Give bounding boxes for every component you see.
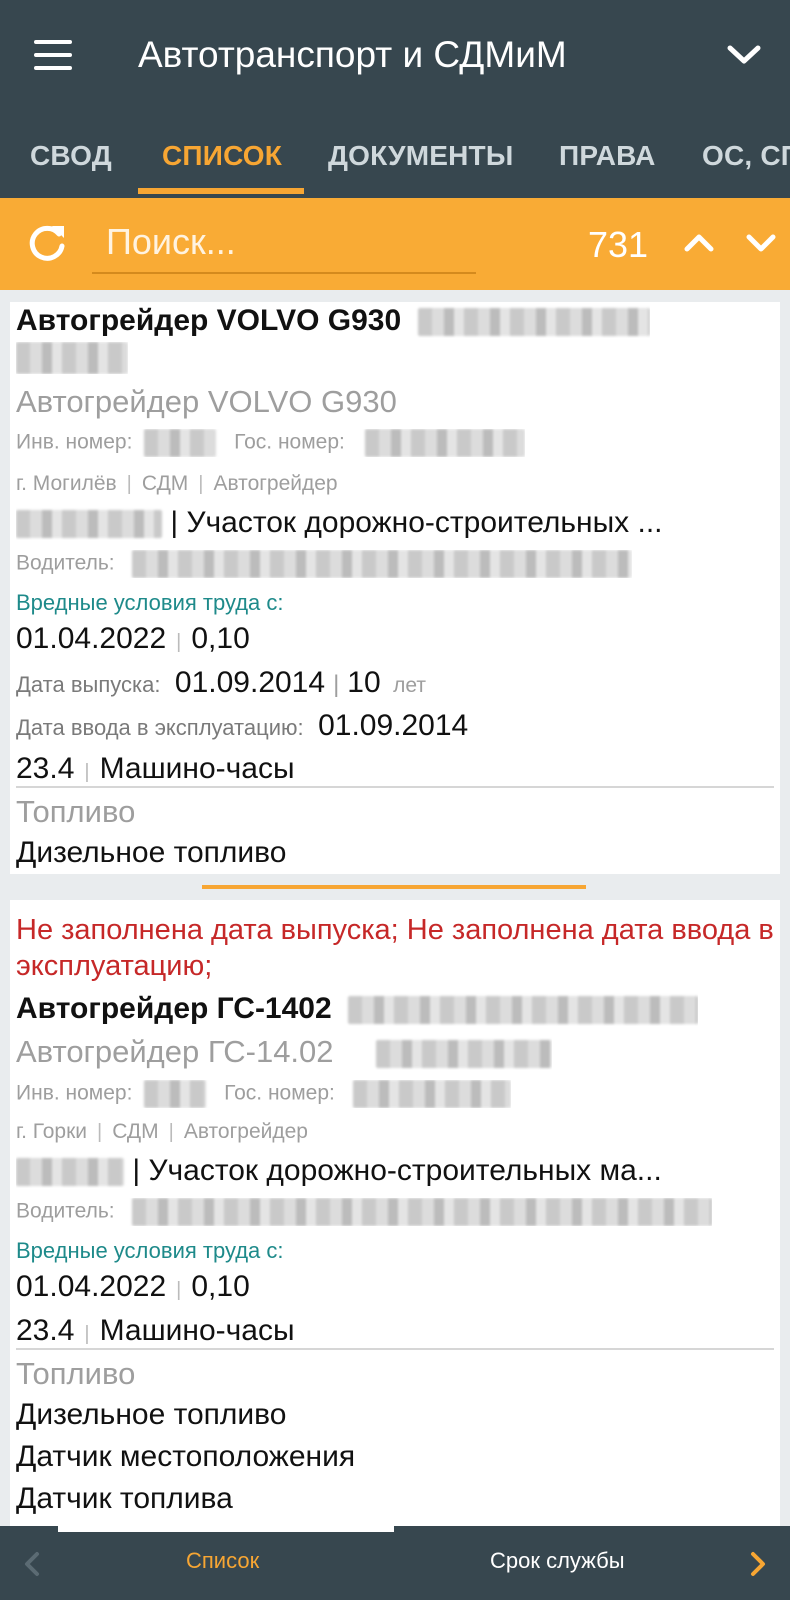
redacted-text: [132, 1198, 713, 1226]
card-title: Автогрейдер ГС-1402: [16, 992, 699, 1026]
bottom-tab-srok-sluzhby[interactable]: Срок службы: [490, 1548, 625, 1574]
redacted-text: [352, 1080, 511, 1108]
tab-dokumenty[interactable]: ДОКУМЕНТЫ: [328, 140, 513, 172]
redacted-text: [16, 1158, 124, 1187]
redacted-text: [16, 510, 162, 539]
commission-row: Дата ввода в эксплуатацию: 01.09.2014: [16, 709, 469, 742]
redacted-text: [132, 550, 633, 578]
chevron-right-icon[interactable]: [748, 1550, 768, 1578]
bottom-indicator: [58, 1526, 394, 1532]
refresh-icon[interactable]: [26, 222, 68, 264]
card-department: | Участок дорожно-строительных ма...: [16, 1154, 774, 1188]
redacted-text: [144, 1080, 207, 1108]
menu-icon[interactable]: [34, 40, 72, 70]
redacted-text: [364, 429, 525, 457]
fuel-label: Топливо: [16, 794, 136, 829]
tab-spisok[interactable]: СПИСОК: [162, 140, 282, 172]
sensor-item: Датчик местоположения: [16, 1440, 356, 1473]
chevron-up-icon[interactable]: [682, 228, 716, 258]
card-model: Автогрейдер VOLVO G930: [16, 384, 397, 419]
card-location: г. Могилёв | СДМ | Автогрейдер: [16, 472, 338, 495]
harmful-label: Вредные условия труда с:: [16, 1238, 284, 1263]
divider: [16, 786, 774, 788]
meter-row: 23.4 | Машино-часы: [16, 752, 295, 785]
fuel-value: Дизельное топливо: [16, 836, 287, 869]
card-title: Автогрейдер VOLVO G930: [16, 304, 650, 338]
tab-indicator: [138, 188, 304, 194]
harmful-values: 01.04.2022 | 0,10: [16, 1270, 250, 1303]
release-row: Дата выпуска: 01.09.2014 | 10 лет: [16, 666, 426, 699]
sensor-item: Датчик топлива: [16, 1482, 233, 1515]
tab-prava[interactable]: ПРАВА: [559, 140, 656, 172]
chevron-left-icon: [25, 1552, 39, 1576]
card-title-cont: [16, 342, 128, 374]
card-model: Автогрейдер ГС-14.02: [16, 1034, 553, 1070]
vehicle-card[interactable]: Автогрейдер VOLVO G930 Автогрейдер VOLVO…: [10, 302, 780, 874]
tab-bar: СВОД СПИСОК ДОКУМЕНТЫ ПРАВА ОС, СП: [0, 126, 790, 198]
search-input[interactable]: [92, 212, 476, 274]
chevron-down-icon[interactable]: [744, 228, 778, 258]
redacted-text: [348, 996, 699, 1025]
tab-os[interactable]: ОС, СП: [702, 140, 790, 172]
redacted-text: [144, 429, 217, 457]
card-location: г. Горки | СДМ | Автогрейдер: [16, 1120, 308, 1143]
card-numbers: Инв. номер: Гос. номер:: [16, 429, 525, 457]
meter-row: 23.4 | Машино-часы: [16, 1314, 295, 1347]
vehicle-card[interactable]: Не заполнена дата выпуска; Не заполнена …: [10, 900, 780, 1526]
divider: [16, 1348, 774, 1350]
app-bar: Автотранспорт и СДМиМ СВОД СПИСОК ДОКУМЕ…: [0, 0, 790, 198]
redacted-text: [417, 308, 650, 337]
warning-text: Не заполнена дата выпуска; Не заполнена …: [16, 914, 774, 982]
search-bar: 731: [0, 198, 790, 290]
redacted-text: [376, 1039, 553, 1068]
bottom-tab-spisok[interactable]: Список: [186, 1548, 259, 1574]
result-count: 731: [588, 224, 649, 265]
card-department: | Участок дорожно-строительных ...: [16, 506, 774, 540]
card-separator: [202, 885, 586, 889]
fuel-label: Топливо: [16, 1356, 136, 1391]
harmful-values: 01.04.2022 | 0,10: [16, 622, 250, 655]
harmful-label: Вредные условия труда с:: [16, 590, 284, 615]
tab-svod[interactable]: СВОД: [30, 140, 112, 172]
fuel-value: Дизельное топливо: [16, 1398, 287, 1431]
card-driver: Водитель:: [16, 550, 633, 578]
page-title: Автотранспорт и СДМиМ: [138, 34, 567, 75]
chevron-down-icon[interactable]: [724, 40, 764, 70]
bottom-nav: Список Срок службы: [0, 1526, 790, 1600]
card-driver: Водитель:: [16, 1198, 713, 1226]
redacted-text: [16, 342, 128, 374]
card-numbers: Инв. номер: Гос. номер:: [16, 1080, 511, 1108]
